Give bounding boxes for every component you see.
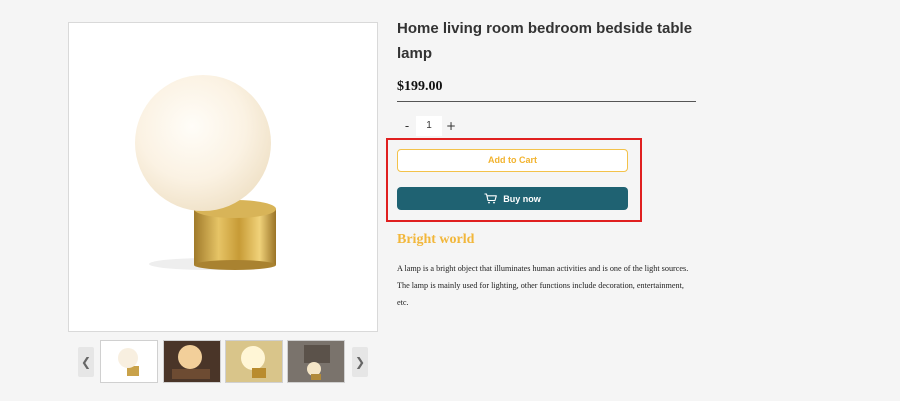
lamp-thumb-white bbox=[101, 341, 157, 382]
decrement-button[interactable]: - bbox=[398, 116, 416, 136]
quantity-input[interactable]: 1 bbox=[416, 116, 442, 136]
product-title: Home living room bedroom bedside table l… bbox=[397, 20, 693, 62]
cart-icon bbox=[484, 193, 498, 204]
chevron-left-icon[interactable]: ❮ bbox=[78, 347, 94, 377]
lamp-thumb-night bbox=[288, 341, 344, 382]
divider bbox=[397, 101, 696, 102]
thumbnail-1[interactable] bbox=[100, 340, 158, 383]
section-heading: Bright world bbox=[397, 232, 475, 247]
lamp-thumb-gold bbox=[226, 341, 282, 382]
thumbnail-2[interactable] bbox=[163, 340, 221, 383]
product-price: $199.00 bbox=[397, 79, 443, 94]
buy-now-button[interactable]: Buy now bbox=[397, 187, 628, 210]
buy-now-label: Buy now bbox=[503, 193, 541, 204]
lamp-thumb-glow bbox=[164, 341, 220, 382]
table-lamp-image bbox=[135, 75, 276, 270]
product-description: A lamp is a bright object that illuminat… bbox=[397, 264, 689, 307]
chevron-right-icon[interactable]: ❯ bbox=[352, 347, 368, 377]
thumbnail-carousel: ❮ ❯ bbox=[78, 340, 368, 383]
thumbnail-3[interactable] bbox=[225, 340, 283, 383]
main-product-image bbox=[68, 22, 378, 332]
add-to-cart-button[interactable]: Add to Cart bbox=[397, 149, 628, 172]
increment-button[interactable]: + bbox=[442, 116, 460, 136]
thumbnail-4[interactable] bbox=[287, 340, 345, 383]
quantity-stepper: - 1 + bbox=[398, 116, 460, 136]
